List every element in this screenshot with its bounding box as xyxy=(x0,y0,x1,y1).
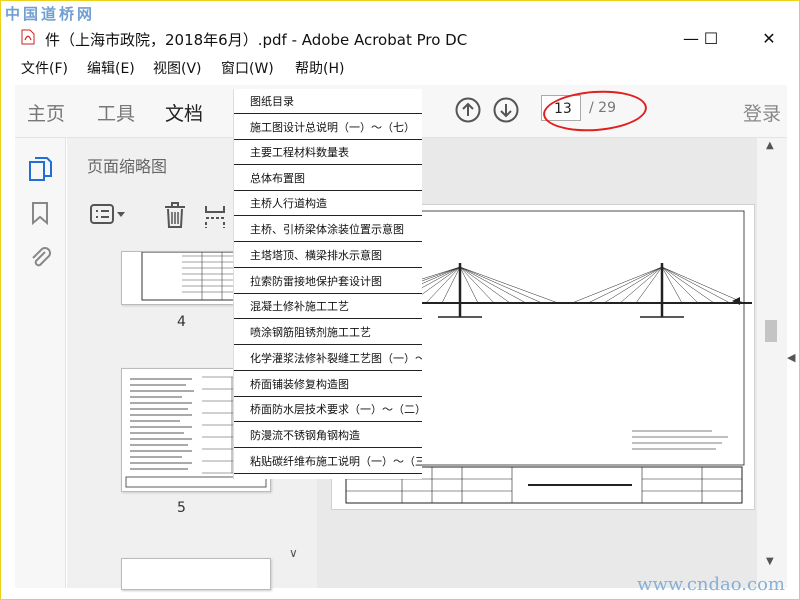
expand-right-panel-icon[interactable]: ◀ xyxy=(787,351,795,364)
bookmark-item[interactable]: 喷涂钢筋阻锈剂施工工艺 xyxy=(234,320,422,345)
navigation-rail xyxy=(15,138,66,588)
menu-edit[interactable]: 编辑(E) xyxy=(87,57,153,81)
bookmark-item[interactable]: 主要工程材料数量表 xyxy=(234,140,422,165)
scroll-up-icon[interactable]: ▲ xyxy=(766,140,774,151)
attachment-icon[interactable] xyxy=(27,244,53,270)
window-title: 件（上海市政院，2018年6月）.pdf - Adobe Acrobat Pro… xyxy=(45,31,468,49)
login-link[interactable]: 登录 xyxy=(743,99,781,126)
bookmark-item[interactable]: 主桥人行道构造 xyxy=(234,191,422,216)
menu-help[interactable]: 帮助(H) xyxy=(295,57,365,81)
menu-window[interactable]: 窗口(W) xyxy=(221,57,295,81)
vertical-scrollbar[interactable]: ▲ ▼ xyxy=(757,138,787,588)
bookmark-item[interactable]: 桥面铺装修复构造图 xyxy=(234,372,422,397)
page-thumbnail[interactable] xyxy=(121,558,271,590)
window-frame: 中国道桥网 件（上海市政院，2018年6月）.pdf - Adobe Acrob… xyxy=(0,0,800,600)
extract-page-icon[interactable] xyxy=(203,200,227,230)
bookmark-item[interactable]: 主桥、引桥梁体涂装位置示意图 xyxy=(234,217,422,242)
thumbnail-page-number: 4 xyxy=(177,314,186,330)
watermark-top: 中国道桥网 xyxy=(5,5,96,23)
title-bar: 件（上海市政院，2018年6月）.pdf - Adobe Acrobat Pro… xyxy=(1,23,800,53)
close-button[interactable]: ✕ xyxy=(749,25,789,51)
bookmark-item[interactable]: 主塔塔顶、横梁排水示意图 xyxy=(234,243,422,268)
bookmark-item[interactable]: 化学灌浆法修补裂缝工艺图（一）～（二） xyxy=(234,346,422,371)
page-thumbnails-icon[interactable] xyxy=(27,156,53,182)
scroll-thumb[interactable] xyxy=(765,320,777,342)
tab-tools[interactable]: 工具 xyxy=(97,99,135,126)
bookmark-item[interactable]: 粘贴碳纤维布施工说明（一）～（三） xyxy=(234,449,422,474)
thumbnail-page-number: 5 xyxy=(177,500,186,516)
bookmark-item[interactable]: 防漫流不锈钢角钢构造 xyxy=(234,423,422,448)
menu-file[interactable]: 文件(F) xyxy=(1,57,87,81)
scroll-down-icon[interactable]: ▼ xyxy=(766,556,774,567)
menu-view[interactable]: 视图(V) xyxy=(153,57,221,81)
next-page-icon[interactable] xyxy=(493,97,519,123)
bookmark-item[interactable]: 施工图设计总说明（一）～（七） xyxy=(234,115,422,140)
bookmark-item[interactable]: 拉索防雷接地保护套设计图 xyxy=(234,269,422,294)
previous-page-icon[interactable] xyxy=(455,97,481,123)
delete-page-icon[interactable] xyxy=(163,200,187,230)
pdf-file-icon xyxy=(21,29,35,45)
bookmark-icon[interactable] xyxy=(27,200,53,226)
bookmark-item[interactable]: 总体布置图 xyxy=(234,166,422,191)
panel-scroll-down-icon[interactable]: ∨ xyxy=(289,546,298,560)
bookmark-list: 图纸目录 施工图设计总说明（一）～（七） 主要工程材料数量表 总体布置图 主桥人行道构造… xyxy=(233,89,422,479)
bookmark-item[interactable]: 混凝土修补施工工艺 xyxy=(234,294,422,319)
tab-home[interactable]: 主页 xyxy=(27,99,65,126)
bookmark-item[interactable]: 桥面防水层技术要求（一）～（二） xyxy=(234,397,422,422)
tab-document[interactable]: 文档 xyxy=(165,99,203,126)
menu-bar: 文件(F) 编辑(E) 视图(V) 窗口(W) 帮助(H) xyxy=(1,57,800,81)
options-menu-icon[interactable] xyxy=(89,200,129,230)
bookmark-item[interactable]: 图纸目录 xyxy=(234,89,422,114)
watermark-bottom: www.cndao.com xyxy=(637,574,785,595)
maximize-button[interactable]: ☐ xyxy=(691,25,731,51)
panel-title: 页面缩略图 xyxy=(87,157,168,176)
